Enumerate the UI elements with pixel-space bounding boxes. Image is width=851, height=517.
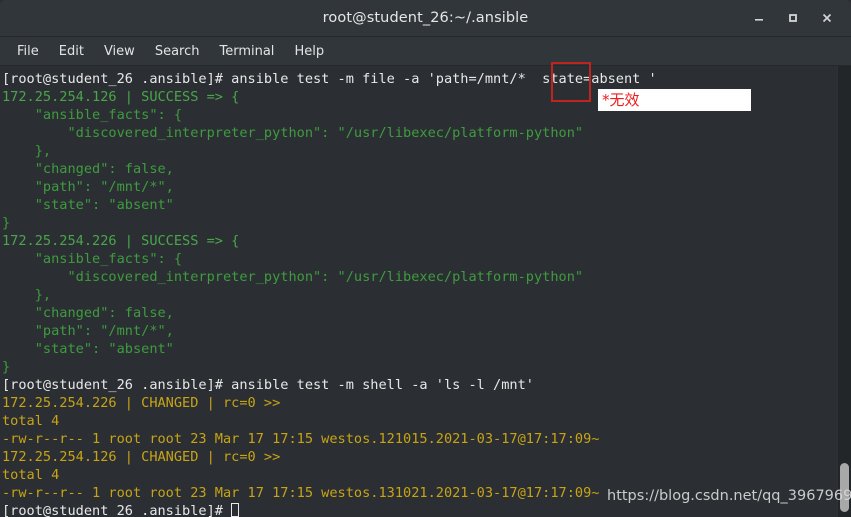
- terminal-line: "changed": false,: [2, 161, 174, 177]
- terminal-scrollbar[interactable]: [837, 66, 851, 517]
- menu-item-edit[interactable]: Edit: [50, 41, 93, 62]
- terminal-line: "path": "/mnt/*",: [2, 179, 174, 195]
- terminal-line: 172.25.254.226 | CHANGED | rc=0 >>: [2, 395, 281, 411]
- terminal-line: [root@student_26 .ansible]# ansible test…: [2, 71, 657, 87]
- terminal-line: -rw-r--r-- 1 root root 23 Mar 17 17:15 w…: [2, 485, 600, 501]
- menu-item-search[interactable]: Search: [146, 41, 209, 62]
- menu-item-view[interactable]: View: [95, 41, 144, 62]
- terminal-output[interactable]: [root@student_26 .ansible]# ansible test…: [0, 66, 837, 517]
- maximize-icon[interactable]: [785, 10, 801, 26]
- terminal-line: }: [2, 215, 11, 231]
- menu-item-file[interactable]: File: [8, 41, 48, 62]
- terminal-line: },: [2, 287, 52, 303]
- terminal-line: total 4: [2, 413, 60, 429]
- minimize-icon[interactable]: [751, 10, 767, 26]
- terminal-line: "ansible_facts": {: [2, 251, 183, 267]
- window-title: root@student_26:~/.ansible: [322, 10, 529, 26]
- terminal-body: [root@student_26 .ansible]# ansible test…: [0, 66, 851, 517]
- menu-bar: File Edit View Search Terminal Help: [0, 37, 851, 66]
- terminal-line: -rw-r--r-- 1 root root 23 Mar 17 17:15 w…: [2, 431, 600, 447]
- terminal-line: },: [2, 143, 52, 159]
- terminal-line: }: [2, 359, 11, 375]
- menu-item-help[interactable]: Help: [285, 41, 333, 62]
- terminal-line: "changed": false,: [2, 305, 174, 321]
- terminal-line: [root@student_26 .ansible]# ansible test…: [2, 377, 534, 393]
- terminal-line: "discovered_interpreter_python": "/usr/l…: [2, 125, 584, 141]
- terminal-cursor: [231, 503, 240, 517]
- terminal-line: [root@student_26 .ansible]#: [2, 502, 837, 517]
- window-controls: [751, 10, 851, 26]
- terminal-line: "state": "absent": [2, 197, 174, 213]
- annotation-note: *无效: [598, 89, 751, 111]
- terminal-line: 172.25.254.126 | CHANGED | rc=0 >>: [2, 449, 281, 465]
- terminal-line: total 4: [2, 467, 60, 483]
- title-bar: root@student_26:~/.ansible: [0, 0, 851, 37]
- terminal-line: "path": "/mnt/*",: [2, 323, 174, 339]
- terminal-window: root@student_26:~/.ansible File Edit Vie…: [0, 0, 851, 517]
- terminal-line: "state": "absent": [2, 341, 174, 357]
- terminal-line: 172.25.254.226 | SUCCESS => {: [2, 233, 240, 249]
- menu-item-terminal[interactable]: Terminal: [210, 41, 283, 62]
- scrollbar-thumb[interactable]: [840, 462, 849, 513]
- close-icon[interactable]: [819, 10, 835, 26]
- terminal-line: "discovered_interpreter_python": "/usr/l…: [2, 269, 584, 285]
